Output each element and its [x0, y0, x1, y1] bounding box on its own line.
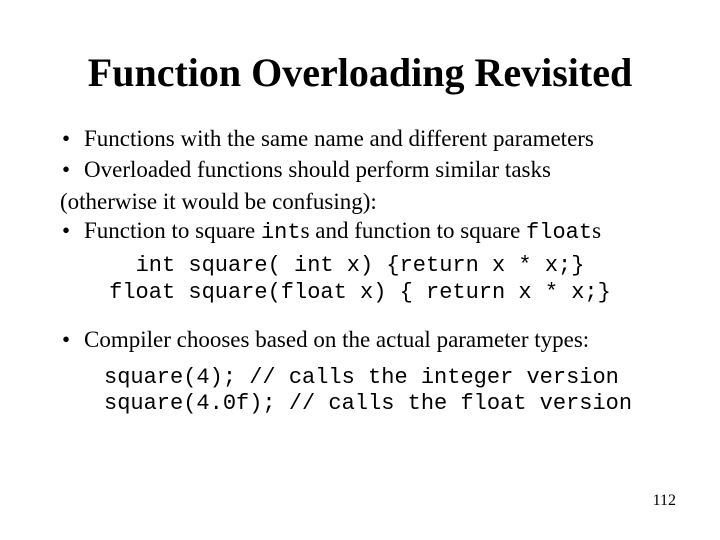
bullet-text: Function to square ints and function to …	[84, 216, 660, 247]
code-line: float square(float x) { return x * x;}	[109, 280, 611, 305]
slide: Function Overloading Revisited • Functio…	[0, 0, 720, 540]
code-block-calls: square(4); // calls the integer version …	[104, 365, 660, 419]
bullet-1: • Functions with the same name and diffe…	[60, 124, 660, 153]
slide-body: • Functions with the same name and diffe…	[60, 124, 660, 418]
bullet-dot: •	[60, 124, 84, 153]
bullet-dot: •	[60, 216, 84, 247]
code-line: square(4.0f); // calls the float version	[104, 391, 632, 416]
bullet-dot: •	[60, 155, 84, 184]
text-fragment: s	[592, 218, 601, 243]
bullet-text: Functions with the same name and differe…	[84, 124, 660, 153]
code-block-declarations: int square( int x) {return x * x;} float…	[60, 253, 660, 307]
bullet-text: Compiler chooses based on the actual par…	[84, 325, 660, 354]
slide-title: Function Overloading Revisited	[60, 50, 660, 96]
code-inline: int	[261, 220, 301, 245]
text-fragment: s and function to square	[301, 218, 526, 243]
bullet-4: • Compiler chooses based on the actual p…	[60, 325, 660, 354]
bullet-3: • Function to square ints and function t…	[60, 216, 660, 247]
bullet-text: Overloaded functions should perform simi…	[84, 155, 660, 184]
text-fragment: Function to square	[84, 218, 261, 243]
code-inline: float	[526, 220, 592, 245]
bullet-2-continuation: (otherwise it would be confusing):	[60, 187, 660, 216]
code-line: int square( int x) {return x * x;}	[136, 253, 585, 278]
bullet-dot: •	[60, 325, 84, 354]
bullet-2: • Overloaded functions should perform si…	[60, 155, 660, 184]
code-line: square(4); // calls the integer version	[104, 365, 619, 390]
page-number: 112	[653, 492, 676, 510]
